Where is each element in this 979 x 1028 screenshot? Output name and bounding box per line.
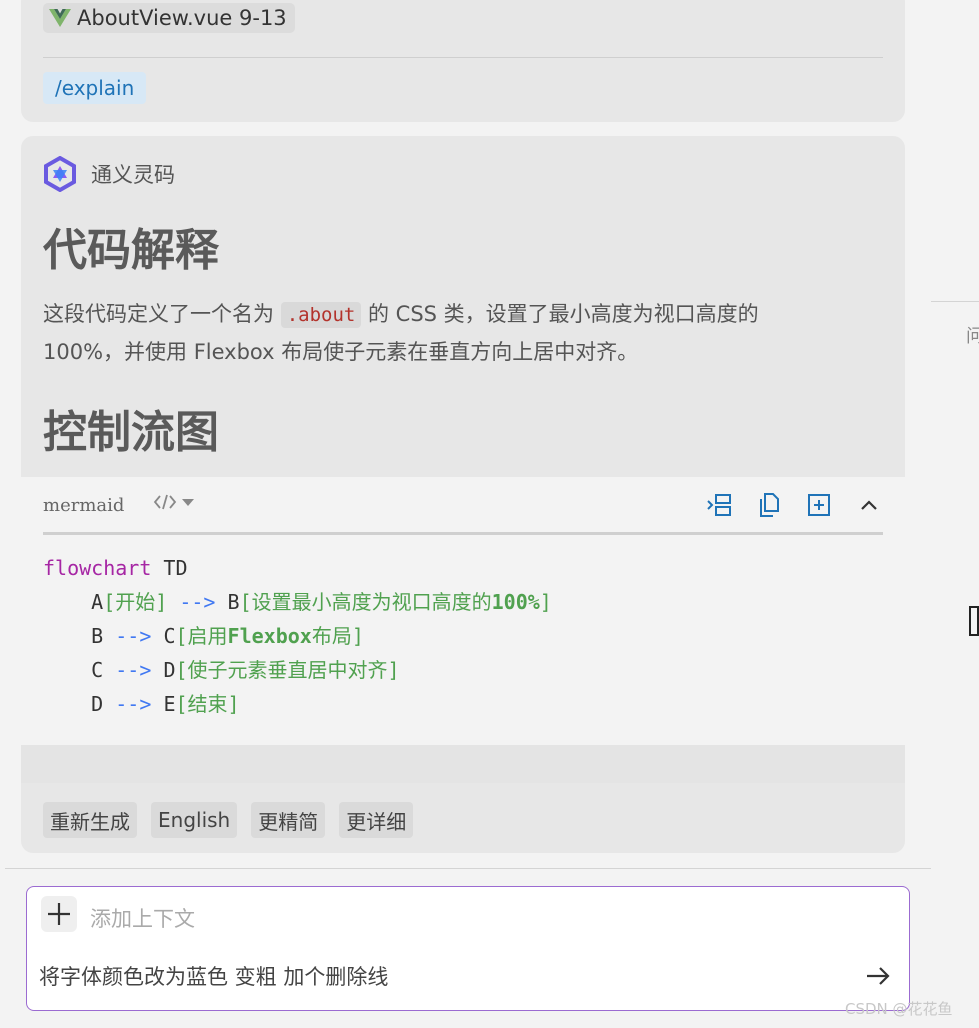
heading-code-explanation: 代码解释 [43,225,219,276]
user-message-card: AboutView.vue 9-13 /explain [21,0,905,122]
command-chip[interactable]: /explain [43,72,147,104]
message-input[interactable]: 将字体颜色改为蓝色 变粗 加个删除线 [39,961,388,991]
heading-control-flow: 控制流图 [43,407,219,458]
code-actions [705,491,883,519]
language-switch[interactable] [153,493,195,511]
inline-code: .about [280,302,362,328]
code-language-label: mermaid [43,495,125,516]
code-block: mermaid flowchart TD A[开始] --> B[设置最小高度为… [21,477,905,745]
copy-code-button[interactable] [755,491,783,519]
assistant-message-card: 通义灵码 代码解释 这段代码定义了一个名为 .about 的 CSS 类，设置了… [21,136,905,853]
code-toolbar: mermaid [43,477,883,535]
collapse-code-button[interactable] [855,491,883,519]
regenerate-button[interactable]: 重新生成 [43,802,137,838]
context-placeholder: 添加上下文 [90,907,195,931]
file-reference-chip[interactable]: AboutView.vue 9-13 [43,3,295,33]
code-block-footer [21,745,905,783]
chat-input-box[interactable]: 添加上下文 将字体颜色改为蓝色 变粗 加个删除线 [26,886,910,1011]
watermark: CSDN @花花鱼 [845,1000,953,1018]
explanation-paragraph: 这段代码定义了一个名为 .about 的 CSS 类，设置了最小高度为视口高度的… [43,296,843,371]
more-concise-button[interactable]: 更精简 [251,802,326,838]
code-line: A[开始] --> B[设置最小高度为视口高度的100%] [43,590,552,614]
copy-icon [760,493,779,517]
code-line: flowchart TD [43,556,188,580]
insert-icon [707,494,731,516]
insert-code-button[interactable] [705,491,733,519]
paragraph-text-before: 这段代码定义了一个名为 [43,302,281,326]
add-context-button[interactable] [41,896,77,932]
text-cursor [969,606,979,636]
english-button[interactable]: English [151,802,238,838]
chevron-up-icon [861,500,877,510]
file-chip-label: AboutView.vue 9-13 [77,6,287,30]
response-actions: 重新生成 English 更精简 更详细 [43,802,414,838]
code-line: C --> D[使子元素垂直居中对齐] [43,658,400,682]
right-side-panel: 问 [931,0,979,1028]
add-file-icon [808,494,830,516]
message-separator [43,57,883,58]
more-detailed-button[interactable]: 更详细 [339,802,414,838]
right-divider [931,301,979,302]
sidebar-glyph: 问 [966,326,979,347]
code-line: B --> C[启用Flexbox布局] [43,624,364,648]
caret-down-icon [182,499,194,506]
code-icon [153,494,177,510]
code-line: D --> E[结束] [43,692,240,716]
assistant-header: 通义灵码 [43,156,175,192]
new-file-button[interactable] [805,491,833,519]
vue-file-icon [49,9,71,27]
plus-icon [48,903,70,925]
input-divider [5,868,931,869]
tongyi-logo-icon [44,156,76,192]
send-arrow-icon[interactable] [865,963,891,989]
assistant-name: 通义灵码 [91,163,175,187]
code-content: flowchart TD A[开始] --> B[设置最小高度为视口高度的100… [43,551,552,721]
